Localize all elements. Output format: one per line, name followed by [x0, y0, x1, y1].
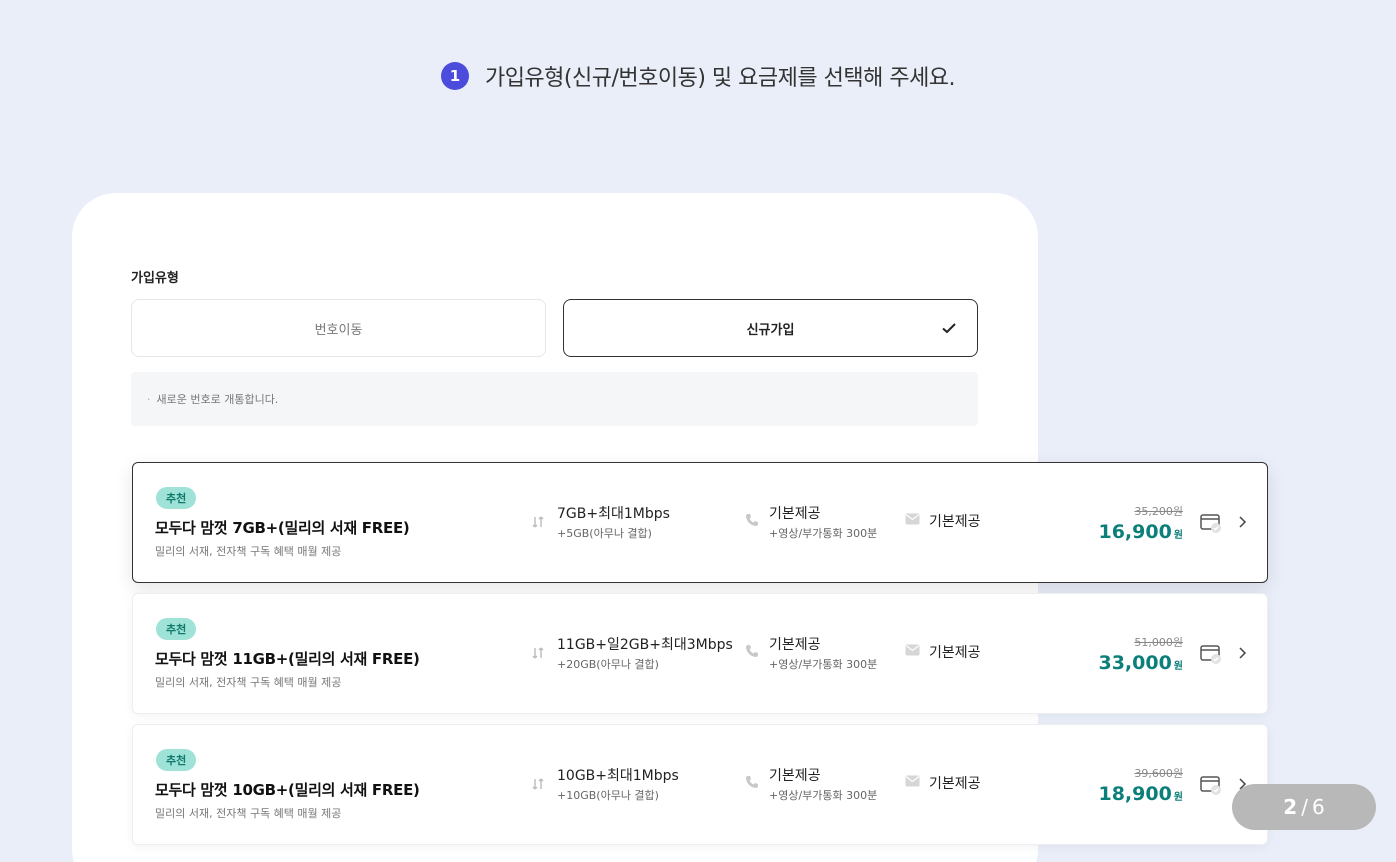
plan-name: 모두다 맘껏 10GB+(밀리의 서재 FREE) — [155, 781, 420, 799]
option-new-subscription-label: 신규가입 — [746, 322, 795, 338]
phone-icon — [746, 645, 758, 657]
message-icon — [905, 775, 920, 787]
step-title-text: 가입유형(신규/번호이동) 및 요금제를 선택해 주세요. — [484, 66, 956, 91]
plan-description: 밀리의 서재, 전자책 구독 혜택 매월 제공 — [155, 676, 342, 689]
plan-price-discounted: 33,000 원 — [1098, 652, 1183, 674]
join-type-label: 가입유형 — [131, 271, 179, 286]
plan-price-original: 35,200원 — [1134, 505, 1183, 518]
plan-call-main: 기본제공 — [769, 637, 821, 653]
plan-card[interactable]: 추천 모두다 맘껏 10GB+(밀리의 서재 FREE) 밀리의 서재, 전자책… — [132, 724, 1268, 845]
plan-price-unit: 원 — [1173, 661, 1183, 672]
plan-call-sub: +영상/부가통화 300분 — [769, 789, 878, 802]
plan-call-main: 기본제공 — [769, 506, 821, 522]
chevron-right-icon[interactable] — [1237, 646, 1247, 660]
pager-current: 2 — [1283, 795, 1298, 819]
join-type-notice-text: 새로운 번호로 개통합니다. — [156, 393, 279, 406]
chevron-right-icon[interactable] — [1237, 515, 1247, 529]
data-arrows-icon — [532, 778, 544, 790]
plan-price-unit: 원 — [1173, 792, 1183, 803]
plan-price-value: 33,000 — [1098, 652, 1172, 674]
plan-description: 밀리의 서재, 전자책 구독 혜택 매월 제공 — [155, 807, 342, 820]
plan-price-discounted: 16,900 원 — [1098, 521, 1183, 543]
option-number-transfer[interactable]: 번호이동 — [131, 299, 546, 357]
step-title: 1 가입유형(신규/번호이동) 및 요금제를 선택해 주세요. — [0, 60, 1396, 92]
plan-price-unit: 원 — [1173, 530, 1183, 541]
option-number-transfer-label: 번호이동 — [314, 322, 363, 338]
cart-icon[interactable] — [1199, 773, 1223, 797]
pager-total: 6 — [1311, 795, 1325, 819]
cart-icon[interactable] — [1199, 642, 1223, 666]
step-number-badge: 1 — [440, 62, 469, 90]
message-icon — [905, 513, 920, 525]
phone-icon — [746, 514, 758, 526]
plan-card[interactable]: 추천 모두다 맘껏 7GB+(밀리의 서재 FREE) 밀리의 서재, 전자책 … — [132, 462, 1268, 583]
plan-sms: 기본제공 — [929, 514, 981, 530]
slide-pager: 2 / 6 — [1232, 784, 1376, 830]
check-icon — [942, 323, 956, 334]
option-new-subscription[interactable]: 신규가입 — [563, 299, 978, 357]
pager-separator: / — [1301, 795, 1308, 819]
plan-price-value: 16,900 — [1098, 521, 1172, 543]
plan-card[interactable]: 추천 모두다 맘껏 11GB+(밀리의 서재 FREE) 밀리의 서재, 전자책… — [132, 593, 1268, 714]
plan-price-original: 51,000원 — [1134, 636, 1183, 649]
message-icon — [905, 644, 920, 656]
plan-call-sub: +영상/부가통화 300분 — [769, 527, 878, 540]
phone-icon — [746, 776, 758, 788]
plan-call-sub: +영상/부가통화 300분 — [769, 658, 878, 671]
cart-icon[interactable] — [1199, 511, 1223, 535]
plan-name: 모두다 맘껏 7GB+(밀리의 서재 FREE) — [155, 519, 410, 537]
plan-description: 밀리의 서재, 전자책 구독 혜택 매월 제공 — [155, 545, 342, 558]
join-type-notice: · 새로운 번호로 개통합니다. — [131, 372, 978, 426]
plan-data-sub: +20GB(아무나 결합) — [557, 658, 659, 671]
plan-sms: 기본제공 — [929, 645, 981, 661]
recommend-badge: 추천 — [156, 618, 197, 640]
plan-price-discounted: 18,900 원 — [1098, 783, 1183, 805]
plan-price-original: 39,600원 — [1134, 767, 1183, 780]
plan-data-main: 10GB+최대1Mbps — [557, 768, 679, 784]
data-arrows-icon — [532, 647, 544, 659]
plan-data-sub: +5GB(아무나 결합) — [557, 527, 652, 540]
plan-call-main: 기본제공 — [769, 768, 821, 784]
plan-data-main: 11GB+일2GB+최대3Mbps — [557, 637, 733, 653]
bullet-icon: · — [147, 392, 151, 406]
plan-data-sub: +10GB(아무나 결합) — [557, 789, 659, 802]
plan-name: 모두다 맘껏 11GB+(밀리의 서재 FREE) — [155, 650, 420, 668]
data-arrows-icon — [532, 516, 544, 528]
plan-price-value: 18,900 — [1098, 783, 1172, 805]
recommend-badge: 추천 — [156, 749, 197, 771]
plan-sms: 기본제공 — [929, 776, 981, 792]
recommend-badge: 추천 — [156, 487, 197, 509]
plan-data-main: 7GB+최대1Mbps — [557, 506, 670, 522]
